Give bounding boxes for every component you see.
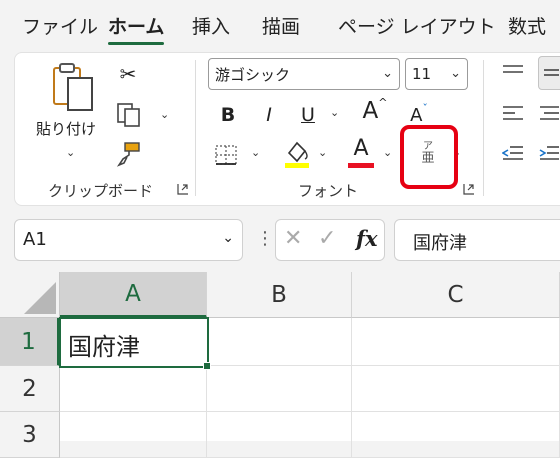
tab-page-layout[interactable]: ページ レイアウト	[338, 12, 496, 39]
chevron-down-icon: ⌄	[222, 230, 234, 246]
cell-a3[interactable]	[60, 412, 207, 458]
cell-c2[interactable]	[352, 366, 560, 412]
cell-a1-value: 国府津	[68, 333, 140, 361]
annotation-highlight-box	[400, 125, 458, 189]
decrease-indent-button[interactable]	[500, 142, 526, 166]
group-separator	[483, 60, 484, 196]
enter-icon[interactable]: ✓	[318, 226, 336, 251]
paste-label[interactable]: 貼り付け	[36, 118, 96, 139]
group-separator	[195, 60, 196, 196]
vertical-dots-icon[interactable]: ⋮	[256, 228, 274, 249]
row-header-3[interactable]: 3	[0, 412, 60, 458]
row-header-1[interactable]: 1	[0, 318, 60, 366]
clipboard-group-label: クリップボード	[48, 182, 154, 200]
format-painter-button[interactable]	[114, 140, 142, 168]
shrink-font-label: A	[410, 104, 423, 126]
paste-button[interactable]	[50, 62, 98, 114]
cut-button[interactable]: ✂	[116, 60, 140, 88]
align-icon	[544, 69, 559, 76]
cell-c1[interactable]	[352, 318, 560, 366]
caret-up-icon: ^	[378, 95, 388, 109]
tab-insert[interactable]: 挿入	[192, 12, 230, 39]
top-align-button[interactable]	[500, 60, 526, 84]
dialog-launcher-icon	[463, 184, 474, 195]
column-header-b[interactable]: B	[207, 272, 352, 318]
middle-align-button[interactable]	[538, 56, 560, 90]
chevron-down-icon: ⌄	[382, 66, 393, 81]
tab-file[interactable]: ファイル	[22, 12, 98, 39]
font-name-select[interactable]: 游ゴシック ⌄	[208, 58, 400, 90]
fill-handle[interactable]	[203, 362, 211, 370]
tab-draw[interactable]: 描画	[262, 12, 300, 39]
copy-dropdown-caret[interactable]: ⌄	[160, 108, 169, 121]
align-center-button[interactable]	[538, 102, 560, 126]
increase-indent-button[interactable]	[538, 142, 560, 166]
italic-button[interactable]: I	[256, 102, 282, 128]
font-color-dropdown-caret[interactable]: ⌄	[383, 146, 392, 159]
font-color-swatch	[348, 163, 374, 168]
align-icon	[503, 65, 523, 73]
chevron-down-icon: ⌄	[450, 66, 461, 81]
fill-color-icon	[285, 141, 309, 168]
align-left-button[interactable]	[500, 102, 526, 126]
cell-b2[interactable]	[207, 366, 352, 412]
borders-icon	[215, 145, 237, 165]
select-all-corner[interactable]	[0, 272, 60, 318]
active-tab-indicator	[108, 42, 164, 45]
clipboard-icon	[53, 63, 93, 111]
column-header-a[interactable]: A	[60, 272, 207, 318]
underline-dropdown-caret[interactable]: ⌄	[330, 106, 339, 119]
font-color-button[interactable]: A	[346, 136, 376, 170]
insert-function-button[interactable]: fx	[356, 226, 378, 251]
align-icon	[539, 146, 559, 160]
column-header-c[interactable]: C	[352, 272, 560, 318]
spreadsheet-grid: A B C 1 2 3 国府津	[0, 272, 560, 458]
cell-a2[interactable]	[60, 366, 207, 412]
caret-down-icon: ˇ	[422, 101, 428, 115]
font-size-value: 11	[412, 65, 432, 83]
scissors-icon: ✂	[119, 62, 137, 86]
font-dialog-launcher[interactable]	[462, 182, 476, 196]
name-box[interactable]: A1 ⌄	[14, 219, 243, 261]
borders-button[interactable]	[212, 142, 240, 168]
cell-b3[interactable]	[207, 412, 352, 458]
align-icon	[540, 106, 559, 120]
fill-color-button[interactable]	[282, 138, 312, 170]
bold-button[interactable]: B	[215, 102, 241, 128]
increase-font-size-button[interactable]: A ^	[360, 96, 390, 126]
name-box-value: A1	[23, 229, 47, 250]
tab-formulas[interactable]: 数式	[508, 12, 546, 39]
font-color-label: A	[353, 136, 369, 161]
align-icon	[502, 146, 523, 160]
borders-dropdown-caret[interactable]: ⌄	[251, 146, 260, 159]
font-size-select[interactable]: 11 ⌄	[405, 58, 468, 90]
clipboard-dialog-launcher[interactable]	[176, 182, 190, 196]
align-icon	[503, 106, 523, 120]
cancel-icon[interactable]: ✕	[284, 226, 302, 251]
grow-font-label: A	[362, 98, 379, 124]
tab-home[interactable]: ホーム	[108, 12, 164, 39]
dialog-launcher-icon	[177, 184, 188, 195]
select-all-icon	[24, 282, 56, 314]
fill-color-dropdown-caret[interactable]: ⌄	[318, 146, 327, 159]
font-name-value: 游ゴシック	[215, 65, 291, 84]
formula-buttons: ✕ ✓ fx	[275, 219, 385, 261]
paste-dropdown-caret[interactable]: ⌄	[66, 146, 75, 159]
underline-button[interactable]: U	[295, 102, 321, 128]
copy-icon	[117, 103, 140, 127]
format-painter-icon	[116, 142, 140, 167]
formula-input-value: 国府津	[413, 233, 467, 254]
formula-input[interactable]: 国府津	[394, 219, 560, 261]
cell-b1[interactable]	[207, 318, 352, 366]
cell-c3[interactable]	[352, 412, 560, 458]
cell-a1[interactable]: 国府津	[59, 317, 211, 370]
font-group-label: フォント	[298, 182, 359, 200]
row-header-2[interactable]: 2	[0, 366, 60, 412]
copy-button[interactable]	[114, 100, 144, 130]
